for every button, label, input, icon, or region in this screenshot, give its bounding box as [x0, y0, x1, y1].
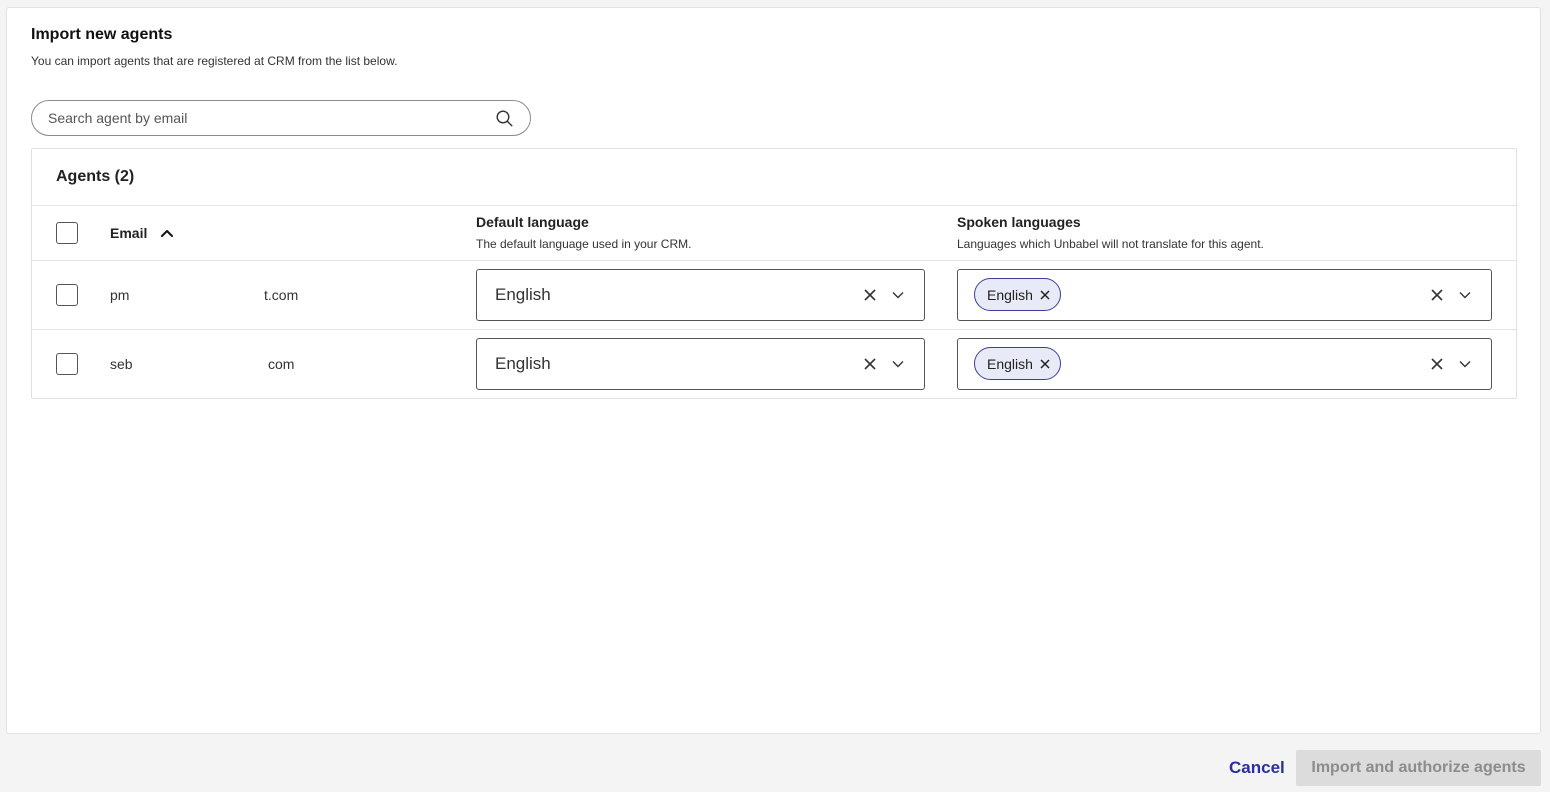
chip-label: English	[987, 286, 1033, 303]
import-and-authorize-button[interactable]: Import and authorize agents	[1296, 750, 1541, 786]
chevron-down-icon[interactable]	[1459, 360, 1471, 368]
divider	[32, 205, 1516, 206]
spoken-languages-column-description: Languages which Unbabel will not transla…	[957, 237, 1264, 251]
agent-email-suffix: t.com	[264, 287, 299, 303]
agent-email-prefix: pm	[110, 287, 130, 303]
default-language-value: English	[495, 354, 551, 373]
chevron-down-icon[interactable]	[892, 291, 904, 299]
chevron-down-icon[interactable]	[892, 360, 904, 368]
default-language-column-description: The default language used in your CRM.	[476, 237, 692, 251]
search-icon[interactable]	[496, 110, 513, 127]
default-language-select[interactable]: English	[476, 269, 925, 321]
default-language-column-header: Default language	[476, 214, 589, 230]
cancel-button[interactable]: Cancel	[1229, 758, 1285, 778]
clear-icon[interactable]	[863, 288, 877, 302]
chip-label: English	[987, 355, 1033, 372]
remove-chip-icon[interactable]	[1040, 358, 1050, 369]
page-subtitle: You can import agents that are registere…	[31, 54, 398, 68]
agent-email-prefix: seb	[110, 356, 133, 372]
language-chip: English	[974, 347, 1061, 380]
default-language-value: English	[495, 285, 551, 304]
chevron-up-icon[interactable]	[160, 228, 174, 238]
page-title: Import new agents	[31, 26, 173, 43]
search-bar	[31, 100, 531, 136]
language-chip: English	[974, 278, 1061, 311]
divider	[32, 329, 1516, 330]
spoken-languages-select[interactable]: English	[957, 269, 1492, 321]
row-checkbox[interactable]	[56, 284, 78, 306]
select-all-checkbox[interactable]	[56, 222, 78, 244]
default-language-select[interactable]: English	[476, 338, 925, 390]
import-agents-panel: Import new agents You can import agents …	[6, 7, 1541, 734]
table-title: Agents (2)	[56, 168, 135, 185]
spoken-languages-select[interactable]: English	[957, 338, 1492, 390]
row-checkbox[interactable]	[56, 353, 78, 375]
clear-icon[interactable]	[1430, 357, 1444, 371]
clear-icon[interactable]	[1430, 288, 1444, 302]
clear-icon[interactable]	[863, 357, 877, 371]
email-column-header[interactable]: Email	[110, 225, 147, 241]
search-input[interactable]	[48, 101, 488, 135]
agents-table: Agents (2) Email Default language The de…	[31, 148, 1517, 399]
chevron-down-icon[interactable]	[1459, 291, 1471, 299]
agent-email-suffix: com	[268, 356, 295, 372]
spoken-languages-column-header: Spoken languages	[957, 214, 1081, 230]
divider	[32, 260, 1516, 261]
remove-chip-icon[interactable]	[1040, 289, 1050, 300]
